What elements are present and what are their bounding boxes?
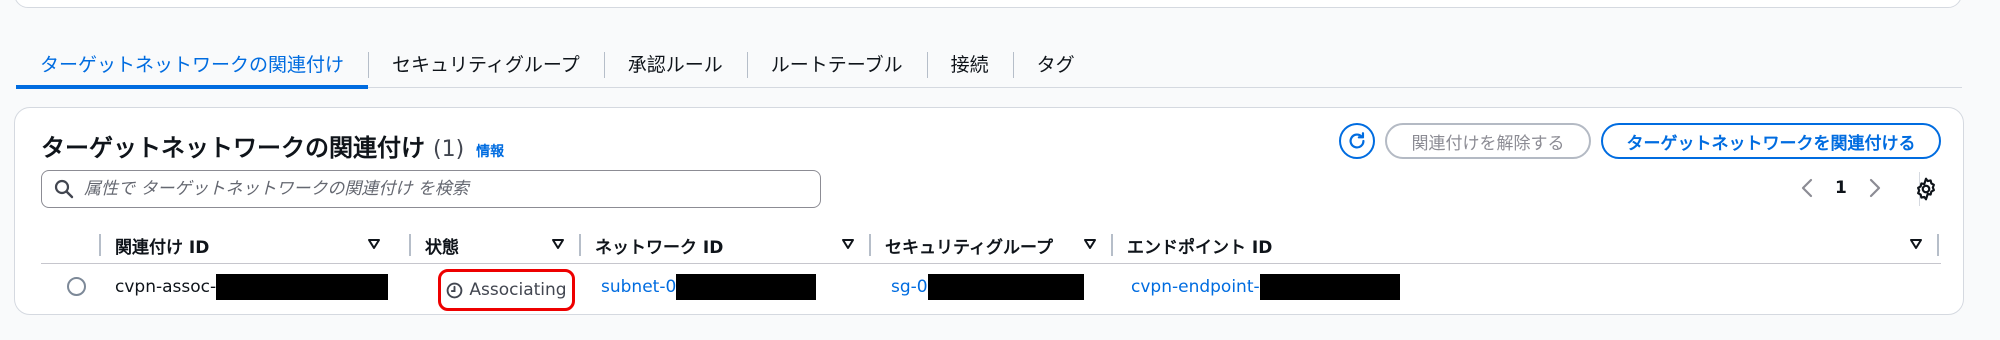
sort-caret-icon[interactable] — [367, 237, 381, 251]
search-input[interactable] — [84, 179, 804, 199]
tab-connections[interactable]: 接続 — [926, 40, 1013, 87]
sort-caret-icon[interactable] — [1083, 237, 1097, 251]
refresh-icon — [1349, 132, 1365, 149]
redaction-bar — [216, 274, 389, 300]
row-select-radio[interactable] — [67, 277, 86, 296]
column-header-status[interactable]: 状態 — [411, 226, 579, 264]
associations-panel: ターゲットネットワークの関連付け (1) 情報 関連付けを解除する ターゲットネ… — [14, 107, 1964, 315]
panel-title: ターゲットネットワークの関連付け — [41, 134, 425, 162]
tab-security-groups[interactable]: セキュリティグループ — [368, 40, 604, 87]
refresh-button[interactable] — [1339, 123, 1375, 159]
gear-icon — [1917, 177, 1935, 201]
current-page[interactable]: 1 — [1835, 178, 1847, 198]
tab-authorization-rules[interactable]: 承認ルール — [603, 40, 747, 87]
tab-tags[interactable]: タグ — [1012, 40, 1099, 87]
pending-clock-icon — [447, 282, 463, 298]
search-icon — [54, 179, 74, 199]
column-header-network-id[interactable]: ネットワーク ID — [581, 226, 869, 264]
status-badge: Associating — [438, 269, 575, 311]
next-page-button[interactable] — [1865, 174, 1885, 202]
sort-caret-icon[interactable] — [1909, 237, 1923, 251]
column-header-security-group[interactable]: セキュリティグループ — [871, 226, 1111, 264]
panel-count: (1) — [433, 137, 465, 162]
pagination: 1 — [1797, 172, 1920, 206]
tab-route-table[interactable]: ルートテーブル — [746, 40, 927, 87]
redaction-bar — [927, 274, 1084, 300]
network-id-link[interactable]: subnet-0 — [601, 266, 817, 308]
preferences-button[interactable] — [1913, 176, 1939, 202]
disassociate-button[interactable]: 関連付けを解除する — [1385, 123, 1591, 159]
tab-bar: ターゲットネットワークの関連付け セキュリティグループ 承認ルール ルートテーブ… — [16, 40, 1962, 89]
sort-caret-icon[interactable] — [841, 237, 855, 251]
info-link[interactable]: 情報 — [476, 141, 504, 161]
search-field[interactable] — [41, 170, 821, 208]
column-divider — [1937, 234, 1939, 256]
redaction-bar — [676, 274, 817, 300]
associate-target-network-button[interactable]: ターゲットネットワークを関連付ける — [1601, 123, 1941, 159]
sort-caret-icon[interactable] — [551, 237, 565, 251]
chevron-left-icon — [1801, 178, 1813, 198]
status-text: Associating — [469, 280, 567, 300]
prev-page-button[interactable] — [1797, 174, 1817, 202]
column-header-association-id[interactable]: 関連付け ID — [101, 226, 395, 264]
panel-header: ターゲットネットワークの関連付け (1) 情報 — [41, 128, 504, 163]
chevron-right-icon — [1869, 178, 1880, 198]
table-header: 関連付け ID 状態 ネットワーク ID セキュリティグループ エンドポイント … — [41, 226, 1941, 264]
table-row[interactable]: cvpn-assoc- Associating subnet-0 sg-0 cv… — [41, 266, 1941, 311]
tab-target-network-associations[interactable]: ターゲットネットワークの関連付け — [16, 40, 369, 89]
previous-panel-edge — [14, 0, 1962, 8]
column-header-endpoint-id[interactable]: エンドポイント ID — [1113, 226, 1937, 264]
redaction-bar — [1259, 274, 1400, 300]
endpoint-id-link[interactable]: cvpn-endpoint- — [1131, 266, 1400, 308]
security-group-link[interactable]: sg-0 — [891, 266, 1084, 308]
association-id-cell: cvpn-assoc- — [115, 266, 389, 308]
